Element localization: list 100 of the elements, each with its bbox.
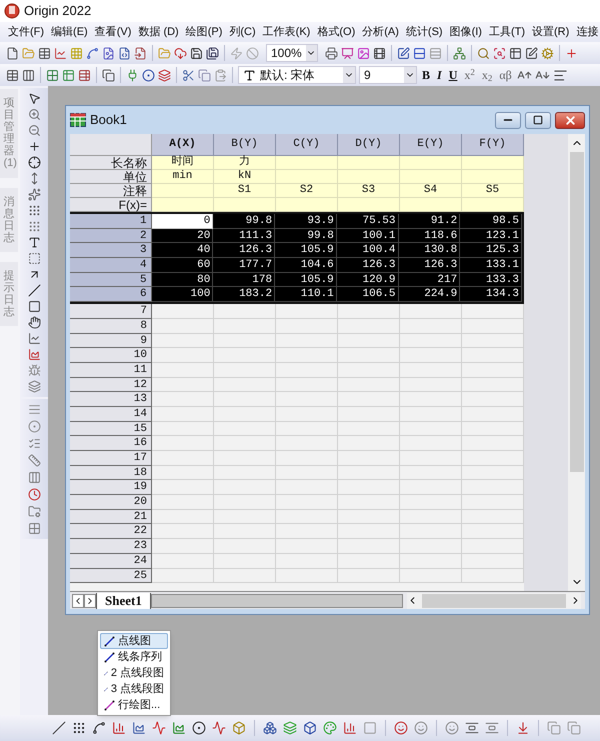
menu-item[interactable]: 数据 (D): [138, 24, 179, 40]
vertical-scrollbar[interactable]: [568, 134, 585, 591]
scan-search-icon[interactable]: [493, 46, 506, 60]
menu-item[interactable]: 分析(A): [362, 24, 399, 40]
row-header[interactable]: 4: [70, 258, 152, 273]
table-properties-icon[interactable]: [78, 68, 91, 82]
image-file-icon[interactable]: [102, 46, 115, 60]
folder-settings-icon[interactable]: [28, 505, 40, 518]
row-header[interactable]: 7: [70, 304, 152, 319]
column-header[interactable]: C(Y): [276, 134, 338, 156]
circle-icon[interactable]: [28, 420, 40, 433]
chart-area-icon[interactable]: [28, 348, 40, 361]
column-header[interactable]: D(Y): [338, 134, 400, 156]
dropdown[interactable]: 9: [359, 66, 417, 84]
new-file-icon[interactable]: [6, 46, 19, 60]
plug-icon[interactable]: [126, 68, 139, 82]
row-header[interactable]: 21: [70, 510, 152, 524]
menu-item[interactable]: 3 点线段图: [100, 681, 168, 697]
graph-icon[interactable]: [54, 46, 67, 60]
menu-item[interactable]: 2 点线段图: [100, 665, 168, 681]
area-chart-icon[interactable]: [132, 721, 146, 735]
row-header[interactable]: 15: [70, 422, 152, 436]
row-header[interactable]: 25: [70, 568, 152, 584]
scroll-thumb[interactable]: [570, 152, 584, 472]
row-header[interactable]: 17: [70, 451, 152, 466]
dropdown[interactable]: 100%: [266, 44, 318, 62]
horizontal-scrollbar[interactable]: [406, 592, 581, 608]
print-icon[interactable]: [325, 46, 338, 60]
line-plot-icon[interactable]: [52, 721, 66, 735]
column-header[interactable]: F(Y): [462, 134, 524, 156]
close-button[interactable]: [555, 112, 585, 128]
menu-item[interactable]: 行绘图...: [100, 697, 168, 713]
column-header[interactable]: A(X): [152, 134, 214, 156]
line-symbol-icon[interactable]: [92, 721, 106, 735]
lines-icon[interactable]: [28, 403, 40, 416]
crosshair-plus-icon[interactable]: [28, 140, 40, 153]
menu-item[interactable]: 统计(S): [406, 24, 443, 40]
column-header[interactable]: B(Y): [214, 134, 276, 156]
plus-icon[interactable]: [565, 46, 578, 60]
row-header[interactable]: 10: [70, 348, 152, 363]
film-icon[interactable]: [373, 46, 386, 60]
cut-icon[interactable]: [182, 68, 195, 82]
pointer-icon[interactable]: [28, 92, 40, 105]
menu-item[interactable]: 设置(R): [532, 24, 570, 40]
paste-icon[interactable]: [214, 68, 227, 82]
row-header[interactable]: 3: [70, 243, 152, 258]
save-all-icon[interactable]: [206, 46, 219, 60]
grid-icon[interactable]: [46, 68, 59, 82]
row-header[interactable]: 6: [70, 287, 152, 302]
column-header[interactable]: E(Y): [400, 134, 462, 156]
pen-square-icon[interactable]: [525, 46, 538, 60]
clock-icon[interactable]: [28, 488, 40, 501]
script-file-icon[interactable]: [118, 46, 131, 60]
menu-item[interactable]: 绘图(P): [186, 24, 222, 40]
row-header[interactable]: 12: [70, 378, 152, 392]
sparkle-icon[interactable]: [28, 188, 40, 201]
row-header[interactable]: 1: [70, 214, 152, 229]
zoom-out-icon[interactable]: [28, 124, 40, 137]
duplicate-icon[interactable]: [102, 68, 115, 82]
row-header[interactable]: 5: [70, 272, 152, 288]
bar-chart-icon[interactable]: [112, 721, 126, 735]
dropdown[interactable]: 默认: 宋体: [238, 66, 356, 84]
import-file-icon[interactable]: [134, 46, 147, 60]
row-header[interactable]: 13: [70, 392, 152, 407]
format-button[interactable]: I: [435, 69, 444, 81]
search-icon[interactable]: [477, 46, 490, 60]
columns-icon[interactable]: [22, 68, 35, 82]
scatter-dots-icon[interactable]: [28, 220, 40, 233]
align-icon[interactable]: [552, 68, 568, 82]
layers-icon[interactable]: [158, 68, 171, 82]
menu-item[interactable]: 工作表(K): [262, 24, 310, 40]
row-header[interactable]: 23: [70, 539, 152, 554]
save-icon[interactable]: [190, 46, 203, 60]
scatter-plot-icon[interactable]: [72, 721, 86, 735]
presentation-icon[interactable]: [341, 46, 354, 60]
menu-item[interactable]: 工具(T): [488, 24, 526, 40]
grid-tool-icon[interactable]: [28, 522, 40, 535]
row-header[interactable]: 18: [70, 466, 152, 480]
row-header[interactable]: 14: [70, 406, 152, 422]
row-header[interactable]: 11: [70, 362, 152, 378]
horizontal-thumb[interactable]: [422, 594, 566, 608]
edit-icon[interactable]: [397, 46, 410, 60]
filled-area-icon[interactable]: [172, 721, 186, 735]
menu-item[interactable]: 连接: [576, 24, 598, 40]
dots-icon[interactable]: [28, 204, 40, 217]
row-header[interactable]: 22: [70, 524, 152, 540]
row-header[interactable]: 20: [70, 495, 152, 510]
line-tool-icon[interactable]: [28, 284, 40, 297]
vertical-spacing-icon[interactable]: [485, 721, 499, 735]
box-3d-icon[interactable]: [232, 721, 246, 735]
hand-icon[interactable]: [28, 316, 40, 329]
tab-scroll-right-icon[interactable]: [84, 594, 96, 608]
frame-icon[interactable]: [28, 252, 40, 265]
spacing-icon[interactable]: [465, 721, 479, 735]
menu-item[interactable]: 格式(O): [317, 24, 356, 40]
menu-item[interactable]: 列(C): [229, 24, 256, 40]
list-icon[interactable]: [28, 437, 40, 450]
ruler-icon[interactable]: [28, 454, 40, 467]
bug-icon[interactable]: [28, 364, 40, 377]
maximize-button[interactable]: [525, 112, 551, 128]
